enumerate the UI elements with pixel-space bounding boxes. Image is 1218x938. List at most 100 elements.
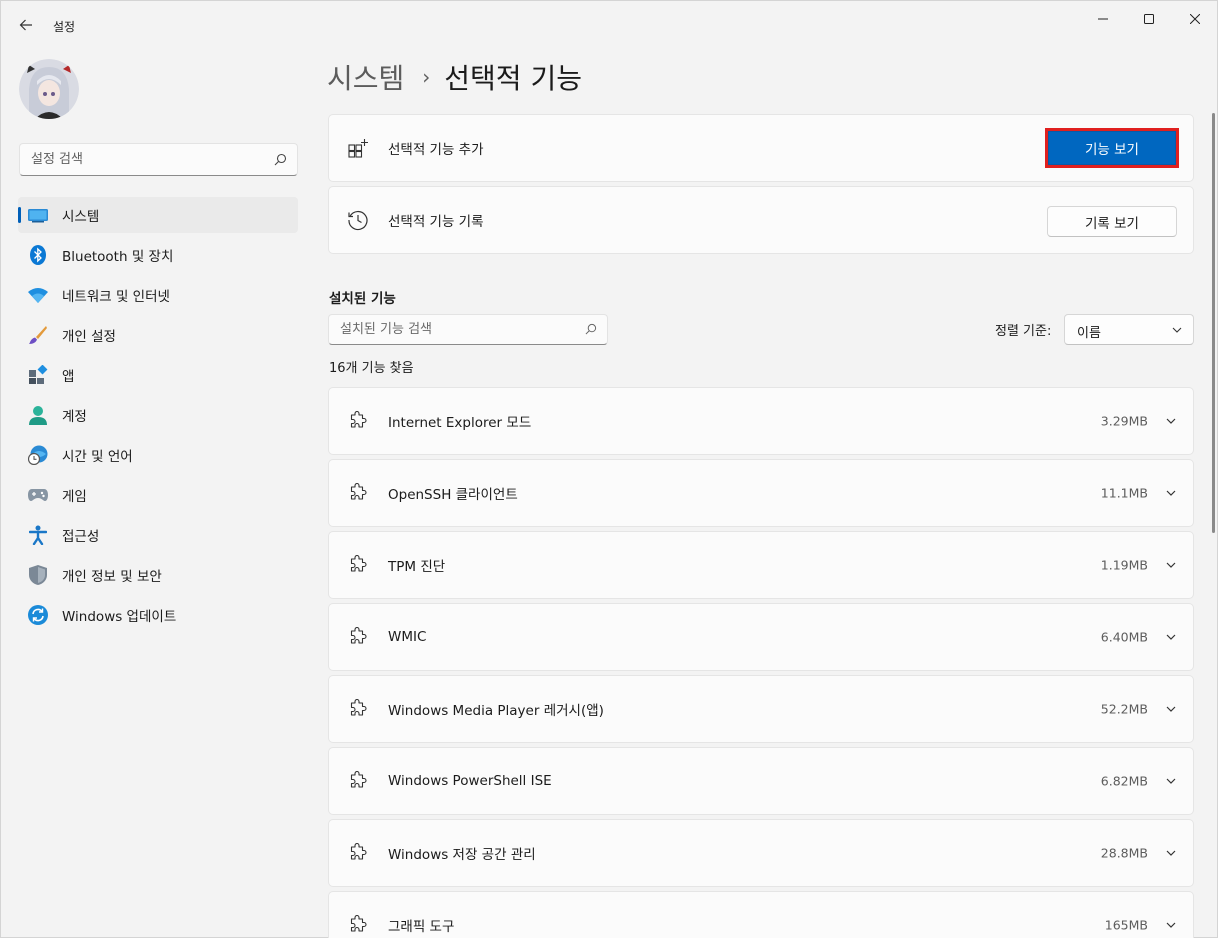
chevron-down-icon[interactable] <box>1163 773 1179 789</box>
sidebar-item-label: 게임 <box>62 489 87 505</box>
sort-dropdown[interactable]: 이름 <box>1064 314 1194 345</box>
chevron-down-icon <box>1172 327 1182 333</box>
feature-size: 3.29MB <box>1100 413 1148 429</box>
chevron-down-icon[interactable] <box>1163 557 1179 573</box>
sidebar-item-accounts[interactable]: 계정 <box>18 397 298 433</box>
installed-features-title: 설치된 기능 <box>329 291 396 307</box>
feature-row[interactable]: 그래픽 도구 165MB <box>328 891 1194 938</box>
sidebar-item-label: 시스템 <box>62 209 100 225</box>
breadcrumb-separator: › <box>422 65 431 89</box>
search-icon <box>585 323 597 335</box>
feature-row[interactable]: OpenSSH 클라이언트 11.1MB <box>328 459 1194 527</box>
chevron-down-icon[interactable] <box>1163 701 1179 717</box>
system-icon <box>28 205 48 225</box>
chevron-down-icon[interactable] <box>1163 413 1179 429</box>
gamepad-icon <box>28 485 48 505</box>
view-features-button[interactable]: 기능 보기 <box>1048 131 1176 165</box>
sidebar-item-windows-update[interactable]: Windows 업데이트 <box>18 597 298 633</box>
feature-size: 1.19MB <box>1100 557 1148 573</box>
sidebar-item-accessibility[interactable]: 접근성 <box>18 517 298 553</box>
feature-row[interactable]: WMIC 6.40MB <box>328 603 1194 671</box>
puzzle-icon <box>347 554 369 576</box>
chevron-down-icon[interactable] <box>1163 917 1179 933</box>
breadcrumb-parent[interactable]: 시스템 <box>327 57 404 97</box>
scrollbar[interactable] <box>1212 113 1215 533</box>
maximize-button[interactable] <box>1126 5 1172 33</box>
puzzle-icon <box>347 698 369 720</box>
chevron-down-icon[interactable] <box>1163 629 1179 645</box>
feature-count: 16개 기능 찾음 <box>329 361 414 376</box>
sidebar-item-apps[interactable]: 앱 <box>18 357 298 393</box>
sort-label: 정렬 기준: <box>995 324 1052 339</box>
sort-value: 이름 <box>1077 326 1101 341</box>
history-icon <box>347 209 369 231</box>
brush-icon <box>28 325 48 345</box>
puzzle-icon <box>347 914 369 936</box>
add-apps-icon <box>347 137 369 159</box>
close-icon <box>1190 14 1200 24</box>
feature-name: Windows Media Player 레거시(앱) <box>388 703 604 719</box>
feature-name: OpenSSH 클라이언트 <box>388 487 518 503</box>
feature-size: 28.8MB <box>1100 845 1148 861</box>
sidebar-item-label: Windows 업데이트 <box>62 609 177 625</box>
sidebar-item-bluetooth[interactable]: Bluetooth 및 장치 <box>18 237 298 273</box>
highlight-box: 기능 보기 <box>1045 128 1179 168</box>
user-avatar[interactable] <box>19 59 79 119</box>
sidebar-item-label: Bluetooth 및 장치 <box>62 249 174 265</box>
maximize-icon <box>1144 14 1154 24</box>
wifi-icon <box>28 285 48 305</box>
back-arrow-icon <box>19 19 32 31</box>
feature-name: Windows PowerShell ISE <box>388 773 552 789</box>
breadcrumb: 시스템 › 선택적 기능 <box>327 57 582 97</box>
chevron-down-icon[interactable] <box>1163 485 1179 501</box>
feature-row[interactable]: TPM 진단 1.19MB <box>328 531 1194 599</box>
feature-row[interactable]: Windows Media Player 레거시(앱) 52.2MB <box>328 675 1194 743</box>
settings-search-input[interactable] <box>20 144 260 175</box>
minimize-button[interactable] <box>1080 5 1126 33</box>
puzzle-icon <box>347 410 369 432</box>
feature-name: Internet Explorer 모드 <box>388 415 532 431</box>
sidebar-item-label: 개인 설정 <box>62 329 116 345</box>
sidebar-item-label: 개인 정보 및 보안 <box>62 569 162 585</box>
feature-row[interactable]: Windows PowerShell ISE 6.82MB <box>328 747 1194 815</box>
sidebar-item-personalization[interactable]: 개인 설정 <box>18 317 298 353</box>
close-button[interactable] <box>1172 5 1218 33</box>
feature-name: 그래픽 도구 <box>388 919 455 935</box>
puzzle-icon <box>347 842 369 864</box>
puzzle-icon <box>347 626 369 648</box>
feature-name: TPM 진단 <box>388 559 446 575</box>
chevron-down-icon[interactable] <box>1163 845 1179 861</box>
back-button[interactable] <box>13 11 39 39</box>
feature-row[interactable]: Internet Explorer 모드 3.29MB <box>328 387 1194 455</box>
sidebar-item-time-language[interactable]: 시간 및 언어 <box>18 437 298 473</box>
feature-history-card: 선택적 기능 기록 기록 보기 <box>328 186 1194 254</box>
sidebar-item-network[interactable]: 네트워크 및 인터넷 <box>18 277 298 313</box>
installed-search[interactable] <box>328 314 608 345</box>
puzzle-icon <box>347 770 369 792</box>
shield-icon <box>28 565 48 585</box>
settings-window: 설정 시스템 <box>0 0 1218 938</box>
update-icon <box>28 605 48 625</box>
feature-size: 165MB <box>1104 917 1148 933</box>
sidebar-item-privacy[interactable]: 개인 정보 및 보안 <box>18 557 298 593</box>
bluetooth-icon <box>28 245 48 265</box>
view-history-button[interactable]: 기록 보기 <box>1047 206 1177 237</box>
sidebar-item-label: 네트워크 및 인터넷 <box>62 289 170 305</box>
feature-name: Windows 저장 공간 관리 <box>388 847 536 863</box>
add-feature-label: 선택적 기능 추가 <box>388 142 484 158</box>
sidebar-item-gaming[interactable]: 게임 <box>18 477 298 513</box>
page-title: 선택적 기능 <box>444 62 582 95</box>
feature-size: 11.1MB <box>1100 485 1148 501</box>
feature-size: 6.82MB <box>1100 773 1148 789</box>
feature-history-label: 선택적 기능 기록 <box>388 214 484 230</box>
feature-row[interactable]: Windows 저장 공간 관리 28.8MB <box>328 819 1194 887</box>
installed-search-input[interactable] <box>329 315 569 344</box>
minimize-icon <box>1098 18 1108 20</box>
feature-size: 52.2MB <box>1100 701 1148 717</box>
settings-search[interactable] <box>19 143 298 176</box>
sidebar-item-label: 계정 <box>62 409 87 425</box>
apps-icon <box>28 365 48 385</box>
sidebar-item-label: 시간 및 언어 <box>62 449 133 465</box>
sidebar-item-label: 접근성 <box>62 529 100 545</box>
sidebar-item-system[interactable]: 시스템 <box>18 197 298 233</box>
